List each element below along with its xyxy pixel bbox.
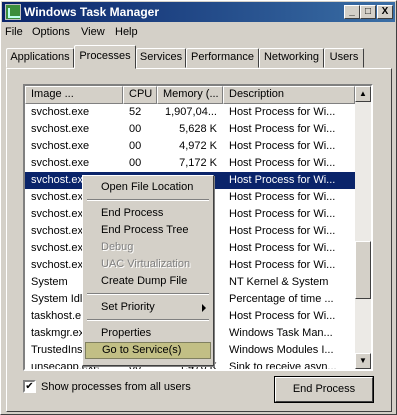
cell-cpu: 00 (129, 140, 142, 152)
cell-description: Windows Task Man... (229, 327, 333, 339)
cell-description: Host Process for Wi... (229, 123, 336, 135)
cell-cpu: 00 (129, 157, 142, 169)
show-all-processes-label[interactable]: Show processes from all users (41, 381, 191, 393)
cell-description: Host Process for Wi... (229, 225, 336, 237)
menu-item-open-file-location[interactable]: Open File Location (85, 179, 211, 196)
close-button[interactable]: X (377, 5, 393, 19)
list-header: Image ... CPU Memory (... Description (25, 86, 355, 104)
tab-performance[interactable]: Performance (186, 48, 259, 68)
submenu-arrow-icon (202, 304, 206, 312)
menu-item-debug: Debug (101, 241, 134, 253)
cell-description: Percentage of time ... (229, 293, 334, 305)
context-menu: Open File Location End Process End Process… (82, 175, 214, 366)
show-all-processes-checkbox[interactable]: ✔ (23, 380, 36, 393)
table-row[interactable]: svchost.exe 00 5,628 K Host Process for Wi.… (25, 121, 355, 138)
cell-description: Host Process for Wi... (229, 242, 336, 254)
menu-separator (87, 319, 209, 321)
menu-view[interactable]: View (81, 26, 105, 38)
cell-description: Host Process for Wi... (229, 174, 336, 186)
menu-item-end-process[interactable]: End Process (85, 205, 211, 222)
table-row[interactable]: svchost.exe 00 7,172 K Host Process for Wi.… (25, 155, 355, 172)
cell-description: Host Process for Wi... (229, 310, 336, 322)
menu-separator (87, 293, 209, 295)
column-cpu[interactable]: CPU (123, 86, 157, 104)
menu-item-uac-virtualization: UAC Virtualization (101, 258, 191, 270)
task-manager-icon (5, 4, 21, 20)
tab-applications[interactable]: Applications (6, 48, 74, 68)
cell-description: Host Process for Wi... (229, 191, 336, 203)
menu-separator (87, 199, 209, 201)
title-bar[interactable]: Windows Task Manager _ □ X (2, 2, 395, 22)
menu-item-properties[interactable]: Properties (85, 325, 211, 342)
maximize-button[interactable]: □ (360, 5, 376, 19)
menu-item-go-to-service-s[interactable]: Go to Service(s) (85, 342, 211, 359)
minimize-button[interactable]: _ (344, 5, 360, 19)
cell-description: Host Process for Wi... (229, 157, 336, 169)
menu-item-create-dump-file[interactable]: Create Dump File (85, 273, 211, 290)
cell-description: Host Process for Wi... (229, 140, 336, 152)
tab-users[interactable]: Users (324, 48, 364, 68)
vertical-scrollbar[interactable]: ▲ ▼ (355, 86, 371, 369)
scroll-down-button[interactable]: ▼ (355, 353, 371, 369)
cell-description: Host Process for Wi... (229, 106, 336, 118)
cell-description: Windows Modules I... (229, 344, 334, 356)
column-memory[interactable]: Memory (... (157, 86, 223, 104)
window-title: Windows Task Manager (24, 5, 160, 19)
scroll-up-button[interactable]: ▲ (355, 86, 371, 102)
cell-description: Sink to receive asyn... (229, 361, 337, 371)
table-row[interactable]: svchost.exe 00 4,972 K Host Process for Wi.… (25, 138, 355, 155)
tab-processes[interactable]: Processes (74, 45, 136, 69)
tab-networking[interactable]: Networking (259, 48, 324, 68)
end-process-button[interactable]: End Process (274, 376, 374, 403)
cell-cpu: 00 (129, 123, 142, 135)
cell-image-name: svchost.exe (31, 123, 90, 135)
cell-memory: 4,972 K (179, 140, 217, 152)
menu-file[interactable]: File (5, 26, 23, 38)
column-image-name[interactable]: Image ... (25, 86, 123, 104)
scroll-thumb[interactable] (355, 241, 371, 299)
cell-memory: 5,628 K (179, 123, 217, 135)
table-row[interactable]: svchost.exe 52 1,907,04... Host Process for… (25, 104, 355, 121)
cell-description: Host Process for Wi... (229, 208, 336, 220)
cell-memory: 7,172 K (179, 157, 217, 169)
tab-services[interactable]: Services (136, 48, 186, 68)
cell-description: Host Process for Wi... (229, 259, 336, 271)
menu-help[interactable]: Help (115, 26, 138, 38)
cell-cpu: 52 (129, 106, 142, 118)
cell-image-name: svchost.exe (31, 140, 90, 152)
cell-image-name: svchost.exe (31, 106, 90, 118)
menu-item-set-priority[interactable]: Set Priority (85, 299, 211, 316)
menu-options[interactable]: Options (32, 26, 70, 38)
menu-item-end-process-tree[interactable]: End Process Tree (85, 222, 211, 239)
cell-description: NT Kernel & System (229, 276, 329, 288)
task-manager-window: Windows Task Manager _ □ X File Options … (0, 0, 397, 415)
cell-memory: 1,907,04... (165, 106, 217, 118)
column-description[interactable]: Description (223, 86, 355, 104)
cell-image-name: svchost.exe (31, 157, 90, 169)
